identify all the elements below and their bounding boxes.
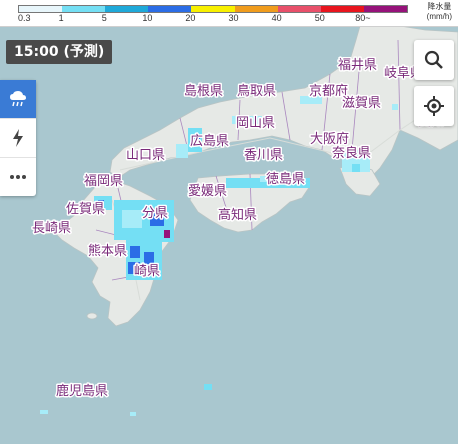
legend-unit: 降水量 (mm/h) [427,2,452,22]
legend-tick: 30 [228,13,239,23]
label-oita: 分県 [142,206,168,221]
label-shiga: 滋賀県 [342,96,381,111]
legend-swatch [277,6,321,12]
label-tokushima: 徳島県 [266,172,305,187]
legend-tick: 50 [314,13,325,23]
legend-swatch [105,6,149,12]
rain-cell [122,210,142,228]
rain-cell [176,144,188,158]
label-miyazaki: 崎県 [134,264,160,279]
search-icon [424,50,443,69]
search-button[interactable] [414,40,454,80]
label-fukui: 福井県 [338,58,377,73]
legend-tick: 80~ [355,13,371,23]
legend-tick: 40 [271,13,282,23]
legend-tick: 10 [142,13,153,23]
legend-swatch [62,6,106,12]
legend-tick: 1 [58,13,64,23]
rain-cloud-icon [10,91,26,107]
label-nagasaki: 長崎県 [32,221,71,236]
legend-swatch [234,6,278,12]
location-icon [424,96,444,116]
label-ehime: 愛媛県 [188,184,227,199]
legend-tick: 0.3 [18,13,31,23]
rain-cell [204,384,212,390]
lightning-layer-button[interactable] [0,119,36,158]
current-location-button[interactable] [414,86,454,126]
legend-swatch [363,6,407,12]
legend-swatch [191,6,235,12]
legend-swatch [148,6,192,12]
label-yamaguchi: 山口県 [126,148,165,163]
label-fukuoka: 福岡県 [84,174,123,189]
label-kochi: 高知県 [218,207,257,223]
more-button[interactable] [0,158,36,196]
legend-unit-value: (mm/h) [426,12,452,21]
layer-toolbar [0,80,36,196]
rain-layer-button[interactable] [0,80,36,119]
rain-cell [392,104,398,110]
precipitation-legend: 0.3 1 5 10 20 30 40 50 80~ 降水量 (mm/h) [0,0,458,27]
legend-tick: 20 [185,13,196,23]
legend-unit-title: 降水量 [427,2,452,11]
koshiki-island [86,312,98,320]
lightning-icon [13,129,23,147]
legend-swatch [320,6,364,12]
label-kagawa: 香川県 [244,148,283,163]
label-okayama: 岡山県 [236,116,275,131]
label-saga: 佐賀県 [66,202,105,217]
label-hiroshima: 広島県 [190,134,229,149]
label-osaka: 大阪府 [310,132,349,147]
legend-color-scale [18,5,408,13]
label-kumamoto: 熊本県 [88,243,127,259]
rain-cell [164,230,170,238]
map-canvas[interactable]: 福井県 岐阜県 島根県 鳥取県 京都府 滋賀県 岡山県 愛知 広島県 大阪府 山… [0,0,458,444]
label-kagoshima: 鹿児島県 [56,383,108,399]
rain-cell [40,410,48,414]
rain-cell [352,164,360,172]
label-shimane: 島根県 [184,84,223,99]
rain-cell [130,412,136,416]
legend-swatch [19,6,63,12]
label-tottori: 鳥取県 [237,84,276,99]
label-nara: 奈良県 [332,145,371,161]
legend-tick: 5 [101,13,107,23]
more-icon [10,175,26,179]
rain-cell [130,246,140,258]
forecast-time-label: 15:00 (予測) [6,40,113,64]
